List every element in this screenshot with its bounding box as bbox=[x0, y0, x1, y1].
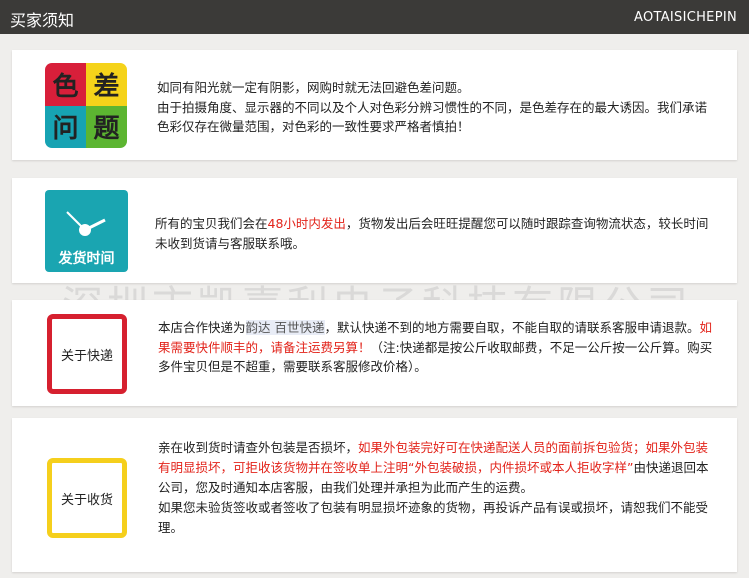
header-bar: 买家须知 AOTAISICHEPIN bbox=[0, 0, 749, 34]
color-difference-icon: 色 差 问 题 bbox=[45, 63, 127, 148]
icon-label: 发货时间 bbox=[58, 251, 115, 267]
courier-icon: 关于快递 bbox=[47, 314, 127, 394]
section-text: 本店合作快递为 bbox=[158, 320, 246, 335]
section-text: 如果您未验货签收或者签收了包装有明显损坏迹象的货物，再投诉产品有误或损坏，请恕我… bbox=[158, 500, 709, 535]
clock-icon: 发货时间 bbox=[45, 190, 128, 272]
section-text: 所有的宝贝我们会在 bbox=[155, 216, 268, 231]
icon-char: 问 bbox=[45, 105, 86, 148]
section-text: ，默认快递不到的地方需要自取，不能自取的请联系客服申请退款。 bbox=[324, 320, 700, 335]
receiving-icon: 关于收货 bbox=[47, 458, 127, 538]
section-shipping-time: 发货时间 所有的宝贝我们会在48小时内发出，货物发出后会旺旺提醒您可以随时跟踪查… bbox=[12, 178, 737, 283]
section-text: 亲在收到货时请查外包装是否损坏， bbox=[158, 440, 359, 455]
section-courier: 关于快递 本店合作快递为韵达 百世快递，默认快递不到的地方需要自取，不能自取的请… bbox=[12, 300, 737, 406]
brand-name: AOTAISICHEPIN bbox=[633, 10, 737, 25]
icon-label: 关于快递 bbox=[60, 348, 113, 364]
icon-label: 关于收货 bbox=[60, 492, 113, 508]
section-receiving: 关于收货 亲在收到货时请查外包装是否损坏，如果外包装完好可在快递配送人员的面前拆… bbox=[12, 418, 737, 572]
section-color-difference: 色 差 问 题 如同有阳光就一定有阴影，网购时就无法回避色差问题。 由于拍摄角度… bbox=[12, 50, 737, 160]
icon-char: 色 bbox=[45, 63, 86, 106]
section-text: 如同有阳光就一定有阴影，网购时就无法回避色差问题。 bbox=[157, 80, 470, 95]
courier-names: 韵达 百世快递 bbox=[245, 320, 325, 335]
section-text: 由于拍摄角度、显示器的不同以及个人对色彩分辨习惯性的不同，是色差存在的最大诱因。… bbox=[157, 99, 708, 135]
icon-char: 差 bbox=[86, 63, 127, 106]
page-title: 买家须知 bbox=[10, 11, 75, 30]
highlight-text: 48小时内发出 bbox=[267, 216, 346, 231]
icon-char: 题 bbox=[86, 105, 127, 148]
